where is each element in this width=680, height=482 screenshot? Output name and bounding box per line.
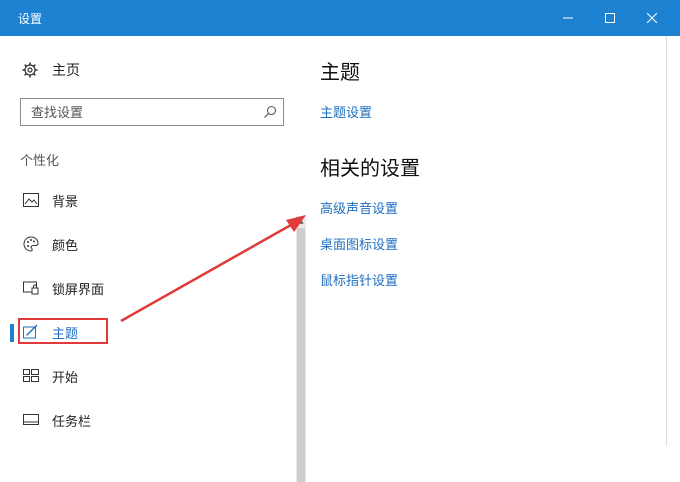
selection-indicator xyxy=(10,324,14,342)
section-header: 个性化 xyxy=(20,154,60,169)
minimize-icon xyxy=(563,17,573,19)
search-input[interactable] xyxy=(29,103,253,123)
mouse-pointer-settings-link[interactable]: 鼠标指针设置 xyxy=(320,270,398,289)
title-bar: 设置 xyxy=(0,0,680,36)
home-nav-item[interactable]: 主页 xyxy=(22,58,80,82)
scroll-thumb[interactable] xyxy=(297,228,305,482)
maximize-icon xyxy=(605,13,615,23)
image-icon xyxy=(22,191,40,209)
gear-icon xyxy=(22,62,38,78)
sidebar-item-label: 任务栏 xyxy=(52,414,92,430)
theme-settings-link[interactable]: 主题设置 xyxy=(320,102,372,121)
close-icon xyxy=(647,13,657,23)
window-border xyxy=(666,36,667,446)
home-label: 主页 xyxy=(52,63,80,79)
lock-screen-icon xyxy=(22,279,40,297)
annotation-highlight-box xyxy=(18,318,108,344)
sidebar-item-taskbar[interactable]: 任务栏 xyxy=(8,400,288,440)
settings-window: 设置 主页 查找设置 个性化 背景 颜色 锁屏界面 主题 开始 任务栏 ▲ 主题… xyxy=(0,0,680,482)
minimize-button[interactable] xyxy=(545,0,591,36)
maximize-button[interactable] xyxy=(587,0,633,36)
sidebar-item-colors[interactable]: 颜色 xyxy=(8,224,288,264)
related-settings-title: 相关的设置 xyxy=(320,156,420,180)
desktop-icon-settings-link[interactable]: 桌面图标设置 xyxy=(320,234,398,253)
sidebar-item-label: 背景 xyxy=(52,194,79,210)
sidebar-item-label: 锁屏界面 xyxy=(52,282,105,298)
page-title: 主题 xyxy=(320,60,360,84)
start-icon xyxy=(22,367,40,385)
sidebar-item-background[interactable]: 背景 xyxy=(8,180,288,220)
scroll-up-icon[interactable]: ▲ xyxy=(296,216,306,226)
sidebar-item-start[interactable]: 开始 xyxy=(8,356,288,396)
taskbar-icon xyxy=(22,411,40,429)
close-button[interactable] xyxy=(629,0,675,36)
sidebar-item-label: 颜色 xyxy=(52,238,79,254)
advanced-sound-settings-link[interactable]: 高级声音设置 xyxy=(320,198,398,217)
search-box[interactable] xyxy=(20,98,284,126)
search-icon[interactable] xyxy=(263,105,277,119)
sidebar-scrollbar[interactable]: ▲ xyxy=(296,216,306,482)
window-title: 设置 xyxy=(18,12,43,26)
sidebar-item-lock-screen[interactable]: 锁屏界面 xyxy=(8,268,288,308)
sidebar: 主页 个性化 背景 颜色 xyxy=(8,36,306,482)
sidebar-item-label: 开始 xyxy=(52,370,79,386)
palette-icon xyxy=(22,235,40,253)
